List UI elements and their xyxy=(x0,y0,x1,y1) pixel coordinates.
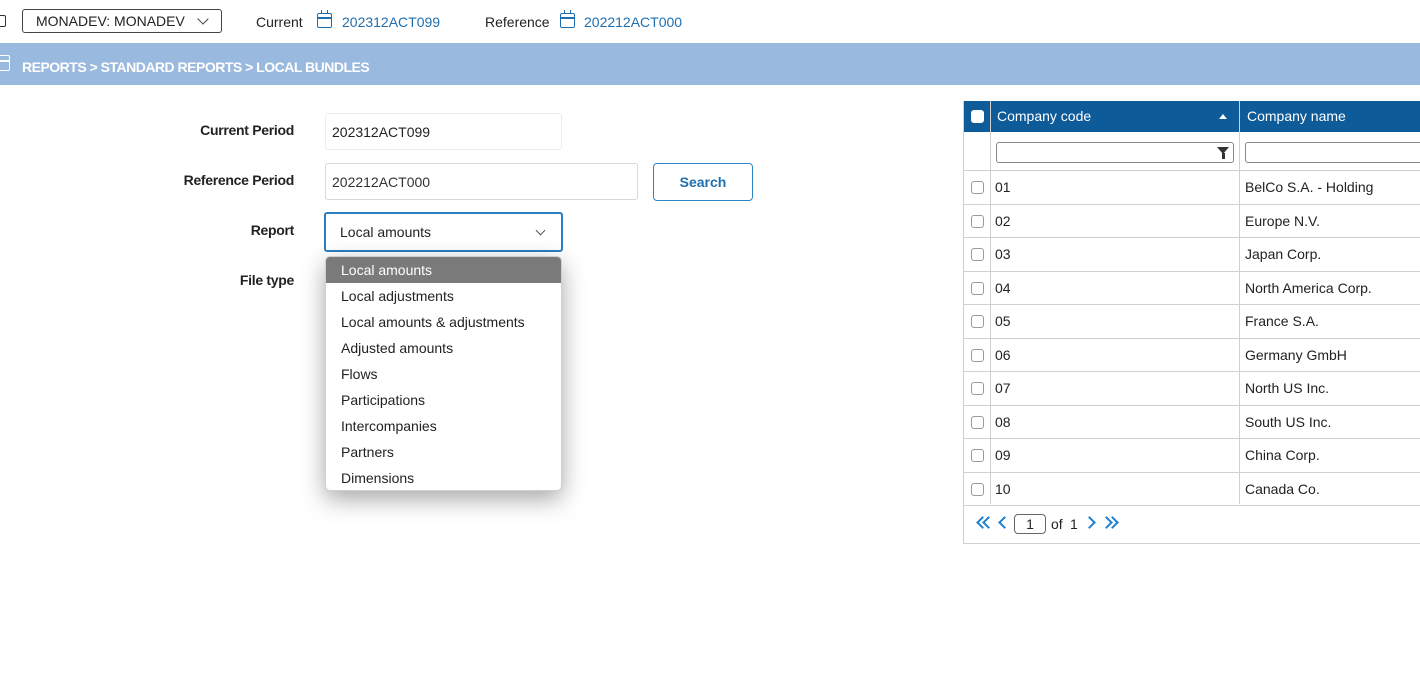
table-row[interactable]: 09 China Corp. xyxy=(964,439,1420,473)
pager-of-label: of xyxy=(1051,516,1063,532)
company-code-cell: 07 xyxy=(995,380,1011,396)
company-name-filter-input[interactable] xyxy=(1245,142,1420,163)
row-checkbox[interactable] xyxy=(971,482,984,496)
chevron-down-icon xyxy=(197,13,209,25)
menu-icon[interactable] xyxy=(0,15,6,27)
column-header-label: Company code xyxy=(997,108,1092,124)
calendar-icon[interactable] xyxy=(317,10,332,28)
company-name-cell: North America Corp. xyxy=(1245,279,1372,296)
reference-label: Reference xyxy=(485,14,550,30)
table-row[interactable]: 05 France S.A. xyxy=(964,305,1420,339)
company-grid: Company code Company name 01 BelCo S.A. … xyxy=(963,101,1420,544)
company-code-cell: 06 xyxy=(995,346,1011,363)
dropdown-option[interactable]: Flows xyxy=(326,361,561,387)
company-name-cell: Japan Corp. xyxy=(1245,246,1322,262)
dropdown-option[interactable]: Adjusted amounts xyxy=(326,335,561,361)
row-checkbox[interactable] xyxy=(971,415,984,429)
row-checkbox[interactable] xyxy=(971,281,984,295)
row-checkbox[interactable] xyxy=(971,348,984,362)
environment-select[interactable]: MONADEV: MONADEV xyxy=(22,9,222,33)
company-name-cell: China Corp. xyxy=(1245,447,1320,463)
report-select-value: Local amounts xyxy=(340,224,432,240)
file-type-label: File type xyxy=(239,272,294,288)
grid-header: Company code Company name xyxy=(964,101,1420,132)
table-row[interactable]: 06 Germany GmbH xyxy=(964,339,1420,372)
search-button[interactable]: Search xyxy=(653,163,753,201)
grid-pager: of 1 xyxy=(964,505,1420,545)
reference-period-field[interactable] xyxy=(325,163,638,200)
filter-icon[interactable] xyxy=(1217,147,1229,159)
current-period-label: Current Period xyxy=(200,122,294,138)
table-row[interactable]: 10 Canada Co. xyxy=(964,473,1420,506)
row-checkbox[interactable] xyxy=(971,214,984,228)
current-label: Current xyxy=(256,14,303,30)
breadcrumb: REPORTS > STANDARD REPORTS > LOCAL BUNDL… xyxy=(22,59,370,75)
select-all-checkbox[interactable] xyxy=(971,110,984,123)
column-header-label: Company name xyxy=(1247,108,1346,124)
breadcrumb-bar: REPORTS > STANDARD REPORTS > LOCAL BUNDL… xyxy=(0,43,1420,85)
page-number-input[interactable] xyxy=(1014,514,1046,534)
company-name-cell: Germany GmbH xyxy=(1245,346,1347,363)
company-name-cell: France S.A. xyxy=(1245,313,1319,329)
report-label: Report xyxy=(250,222,295,238)
row-checkbox[interactable] xyxy=(971,248,984,261)
report-dropdown-list: Local amounts Local adjustments Local am… xyxy=(325,256,562,491)
chevron-down-icon xyxy=(535,225,546,236)
top-bar: MONADEV: MONADEV Current 202312ACT099 Re… xyxy=(0,0,1420,43)
current-period-link[interactable]: 202312ACT099 xyxy=(342,14,440,30)
company-code-cell: 04 xyxy=(995,279,1011,296)
environment-value: MONADEV: MONADEV xyxy=(36,13,185,29)
pager-total-pages: 1 xyxy=(1070,516,1078,532)
next-page-icon[interactable] xyxy=(1083,516,1096,529)
report-select[interactable]: Local amounts xyxy=(324,212,563,252)
table-row[interactable]: 07 North US Inc. xyxy=(964,372,1420,406)
company-code-cell: 01 xyxy=(995,179,1011,195)
company-code-filter-input[interactable] xyxy=(996,142,1234,163)
column-header-company-code[interactable]: Company code xyxy=(990,101,1240,132)
reference-period-link[interactable]: 202212ACT000 xyxy=(584,14,682,30)
dropdown-option[interactable]: Local amounts & adjustments xyxy=(326,309,561,335)
company-name-cell: Canada Co. xyxy=(1245,480,1320,497)
dropdown-option[interactable]: Local adjustments xyxy=(326,283,561,309)
dropdown-option[interactable]: Partners xyxy=(326,439,561,465)
row-checkbox[interactable] xyxy=(971,181,984,194)
calendar-icon[interactable] xyxy=(560,10,575,28)
company-code-cell: 03 xyxy=(995,246,1011,262)
previous-page-icon[interactable] xyxy=(998,516,1011,529)
report-icon xyxy=(0,55,10,71)
company-code-cell: 09 xyxy=(995,447,1011,463)
company-name-cell: North US Inc. xyxy=(1245,380,1330,396)
company-name-cell: Europe N.V. xyxy=(1245,212,1320,229)
column-header-company-name[interactable]: Company name xyxy=(1240,101,1420,132)
dropdown-option[interactable]: Participations xyxy=(326,387,561,413)
filter-row xyxy=(964,132,1420,171)
table-row[interactable]: 04 North America Corp. xyxy=(964,272,1420,305)
company-name-cell: BelCo S.A. - Holding xyxy=(1245,179,1374,195)
table-row[interactable]: 02 Europe N.V. xyxy=(964,205,1420,238)
company-name-cell: South US Inc. xyxy=(1245,413,1332,430)
table-row[interactable]: 01 BelCo S.A. - Holding xyxy=(964,171,1420,205)
company-code-cell: 08 xyxy=(995,413,1011,430)
dropdown-option[interactable]: Dimensions xyxy=(326,465,561,490)
company-code-cell: 05 xyxy=(995,313,1011,329)
dropdown-option[interactable]: Local amounts xyxy=(326,257,561,283)
sort-ascending-icon[interactable] xyxy=(1219,114,1227,119)
company-code-cell: 02 xyxy=(995,212,1011,229)
row-checkbox[interactable] xyxy=(971,449,984,462)
reference-period-label: Reference Period xyxy=(183,172,295,188)
table-row[interactable]: 08 South US Inc. xyxy=(964,406,1420,439)
dropdown-option[interactable]: Intercompanies xyxy=(326,413,561,439)
row-checkbox[interactable] xyxy=(971,315,984,328)
row-checkbox[interactable] xyxy=(971,382,984,395)
company-code-cell: 10 xyxy=(995,480,1011,497)
table-row[interactable]: 03 Japan Corp. xyxy=(964,238,1420,272)
current-period-field[interactable] xyxy=(325,113,562,150)
